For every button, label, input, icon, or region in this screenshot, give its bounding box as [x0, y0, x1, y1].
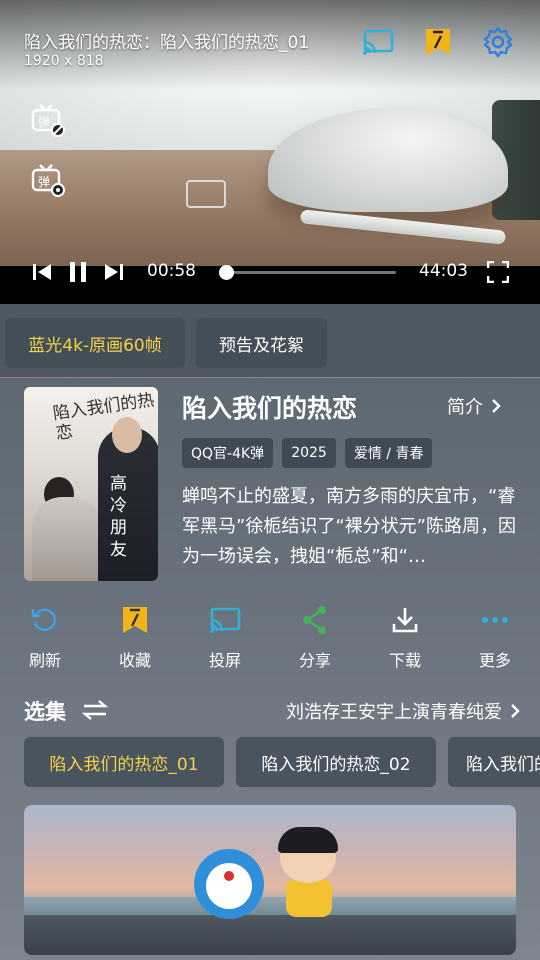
episodes-promo-link[interactable]: 刘浩存王安宇上演青春纯爱 [286, 698, 520, 724]
episodes-title: 选集 [24, 700, 66, 724]
seek-bar[interactable] [218, 265, 396, 280]
cast-button[interactable]: 投屏 [193, 603, 257, 671]
intro-link[interactable]: 简介 [447, 393, 501, 419]
download-icon [388, 603, 422, 637]
current-time: 00:58 [147, 261, 196, 281]
quality-option-trailers[interactable]: 预告及花絮 [196, 318, 327, 368]
video-player[interactable]: 陷入我们的热恋：陷入我们的热恋_01 1920 x 818 弹 弹 00:58 … [0, 0, 540, 304]
show-poster[interactable]: 陷入我们的热恋 高冷朋友 [24, 387, 158, 581]
intro-label: 简介 [447, 397, 483, 418]
tag-genre: 爱情 / 青春 [344, 438, 433, 468]
share-button[interactable]: 分享 [283, 603, 347, 671]
favorite-label: 收藏 [118, 651, 151, 670]
chevron-right-icon [492, 399, 501, 413]
pause-icon[interactable] [66, 256, 90, 288]
episode-item-01[interactable]: 陷入我们的热恋_01 [24, 737, 224, 787]
action-bar: 刷新 收藏 投屏 分享 下载 更多 [0, 603, 540, 673]
episodes-header: 选集 刘浩存王安宇上演青春纯爱 [24, 696, 520, 726]
cast-label: 投屏 [208, 651, 241, 670]
cast-icon[interactable] [360, 24, 396, 60]
favorite-button[interactable]: 收藏 [103, 603, 167, 671]
total-time: 44:03 [419, 261, 468, 281]
danmaku-off-icon[interactable]: 弹 [30, 102, 68, 140]
episode-list: 陷入我们的热恋_01 陷入我们的热恋_02 陷入我们的热恋_03 [0, 737, 540, 789]
episode-item-03[interactable]: 陷入我们的热恋_03 [448, 737, 540, 787]
bookmark-icon [118, 603, 152, 637]
poster-vertical-text: 高冷朋友 [110, 474, 127, 560]
sort-swap-icon[interactable] [81, 698, 109, 726]
svg-text:弹: 弹 [38, 115, 50, 129]
skip-next-icon[interactable] [102, 256, 126, 288]
show-title: 陷入我们的热恋 [182, 394, 358, 423]
more-button[interactable]: 更多 [463, 603, 527, 671]
quality-option-bluray-4k[interactable]: 蓝光4k-原画60帧 [5, 318, 185, 368]
quality-selector: 蓝光4k-原画60帧 预告及花絮 [0, 304, 540, 378]
skip-previous-icon[interactable] [30, 256, 54, 288]
download-button[interactable]: 下载 [373, 603, 437, 671]
fullscreen-icon[interactable] [486, 256, 510, 288]
refresh-icon [28, 603, 62, 637]
show-info-panel: 陷入我们的热恋 高冷朋友 陷入我们的热恋 简介 QQ官-4K弹 2025 爱情 … [0, 378, 540, 960]
episode-item-02[interactable]: 陷入我们的热恋_02 [236, 737, 436, 787]
refresh-label: 刷新 [28, 651, 61, 670]
share-label: 分享 [298, 651, 331, 670]
more-label: 更多 [478, 651, 511, 670]
ad-banner[interactable] [24, 805, 516, 955]
settings-icon[interactable] [480, 24, 516, 60]
download-label: 下载 [388, 651, 421, 670]
show-tags: QQ官-4K弹 2025 爱情 / 青春 [182, 438, 433, 468]
svg-text:弹: 弹 [38, 175, 50, 189]
bookmark-icon[interactable] [420, 24, 456, 60]
show-description[interactable]: 蝉鸣不止的盛夏，南方多雨的庆宜市，“睿军黑马”徐栀结识了“裸分状元”陈路周，因为… [182, 482, 520, 572]
share-icon [298, 603, 332, 637]
danmaku-settings-icon[interactable]: 弹 [30, 162, 68, 200]
tag-year: 2025 [282, 438, 336, 468]
player-controls: 00:58 44:03 [0, 256, 540, 288]
video-resolution: 1920 x 818 [24, 53, 104, 69]
seek-knob[interactable] [218, 265, 234, 280]
episodes-promo-text: 刘浩存王安宇上演青春纯爱 [286, 702, 502, 723]
chevron-right-icon [511, 704, 520, 718]
cast-icon [208, 603, 242, 637]
more-icon [478, 603, 512, 637]
video-title: 陷入我们的热恋：陷入我们的热恋_01 [24, 33, 310, 53]
refresh-button[interactable]: 刷新 [13, 603, 77, 671]
tag-source: QQ官-4K弹 [182, 438, 274, 468]
